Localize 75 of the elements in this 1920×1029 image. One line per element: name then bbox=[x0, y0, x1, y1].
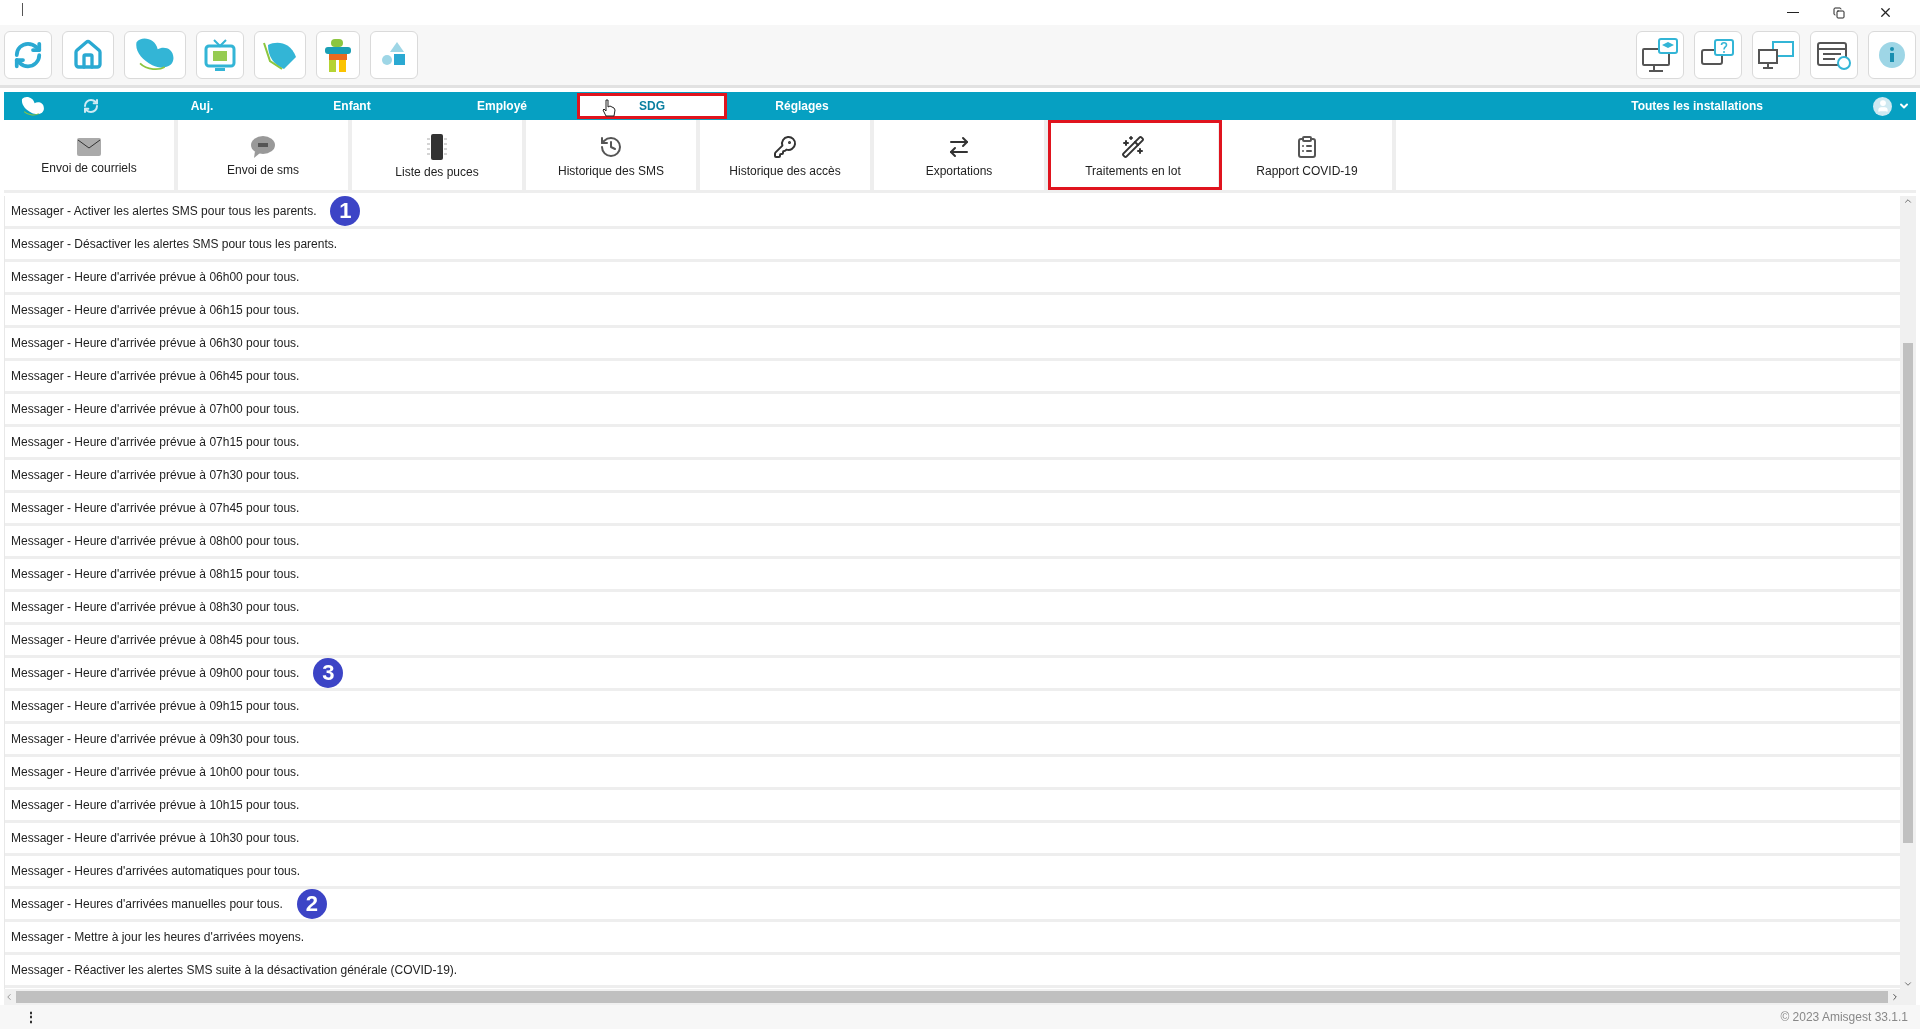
list-item[interactable]: Messager - Heure d'arrivée prévue à 08h45 pour tous. bbox=[5, 633, 300, 647]
shapes-button[interactable] bbox=[370, 31, 418, 79]
toolbar-tab[interactable]: Traitements en lot bbox=[1048, 120, 1222, 190]
number-badge: 2 bbox=[296, 889, 327, 919]
home-icon bbox=[72, 39, 104, 71]
shapes-icon bbox=[382, 42, 406, 68]
refresh-icon bbox=[13, 40, 43, 70]
training-monitor-button[interactable] bbox=[1636, 31, 1684, 79]
avatar-icon bbox=[1873, 96, 1892, 116]
calendar-clock-button[interactable] bbox=[1810, 31, 1858, 79]
clipboard-icon bbox=[1295, 135, 1319, 159]
more-menu[interactable]: ⋮ bbox=[24, 1009, 38, 1025]
list-item[interactable]: Messager - Heure d'arrivée prévue à 07h00 pour tous. bbox=[5, 402, 300, 416]
magic-wand-icon bbox=[1121, 135, 1145, 159]
help-chat-button[interactable] bbox=[1694, 31, 1742, 79]
copyright-text: © 2023 Amisgest 33.1.1 bbox=[1780, 1010, 1908, 1024]
text-cursor bbox=[22, 3, 23, 16]
number-badge: 1 bbox=[330, 196, 361, 226]
pointer-hand-icon bbox=[602, 99, 616, 117]
remote-monitor-button[interactable] bbox=[1752, 31, 1800, 79]
scroll-up-icon[interactable] bbox=[1903, 196, 1913, 206]
number-badge: 3 bbox=[313, 658, 344, 688]
list-item[interactable]: Messager - Heure d'arrivée prévue à 08h30 pour tous. bbox=[5, 600, 300, 614]
list-item[interactable]: Messager - Heures d'arrivées manuelles pour tous. bbox=[5, 897, 283, 911]
key-icon bbox=[773, 135, 797, 159]
list-item[interactable]: Messager - Heure d'arrivée prévue à 09h15 pour tous. bbox=[5, 699, 300, 713]
list-item[interactable]: Messager - Heure d'arrivée prévue à 06h15 pour tous. bbox=[5, 303, 300, 317]
list-item[interactable]: Messager - Heure d'arrivée prévue à 06h00 pour tous. bbox=[5, 270, 300, 284]
list-item[interactable]: Messager - Heure d'arrivée prévue à 07h45 pour tous. bbox=[5, 501, 300, 515]
info-button[interactable] bbox=[1868, 31, 1916, 79]
list-item[interactable]: Messager - Heure d'arrivée prévue à 06h45 pour tous. bbox=[5, 369, 300, 383]
list-item[interactable]: Messager - Heure d'arrivée prévue à 08h15 pour tous. bbox=[5, 567, 300, 581]
list-item[interactable]: Messager - Heure d'arrivée prévue à 07h30 pour tous. bbox=[5, 468, 300, 482]
refresh-button[interactable] bbox=[4, 31, 52, 79]
sms-bubble-icon bbox=[251, 136, 275, 158]
list-item[interactable]: Messager - Heure d'arrivée prévue à 07h15 pour tous. bbox=[5, 435, 300, 449]
butterfly-app-button[interactable] bbox=[124, 31, 186, 79]
scroll-right-icon[interactable] bbox=[1890, 992, 1900, 1002]
leaf-app-button[interactable] bbox=[254, 31, 306, 79]
list-item[interactable]: Messager - Heure d'arrivée prévue à 10h15 pour tous. bbox=[5, 798, 300, 812]
figure-app-button[interactable] bbox=[316, 31, 360, 79]
list-item[interactable]: Messager - Heure d'arrivée prévue à 06h30 pour tous. bbox=[5, 336, 300, 350]
minimize-icon bbox=[1787, 12, 1799, 13]
list-item[interactable]: Messager - Heure d'arrivée prévue à 09h00 pour tous. bbox=[5, 666, 300, 680]
scroll-left-icon[interactable] bbox=[4, 992, 14, 1002]
list-item[interactable]: Messager - Heure d'arrivée prévue à 10h30 pour tous. bbox=[5, 831, 300, 845]
horizontal-scrollbar[interactable] bbox=[4, 989, 1916, 1005]
history-icon bbox=[599, 135, 623, 159]
list-item[interactable]: Messager - Heures d'arrivées automatiques pour tous. bbox=[5, 864, 301, 878]
refresh-icon[interactable] bbox=[83, 98, 99, 114]
tv-icon bbox=[204, 38, 236, 72]
list-item[interactable]: Messager - Heure d'arrivée prévue à 10h00 pour tous. bbox=[5, 765, 300, 779]
envelope-icon bbox=[77, 138, 101, 156]
scroll-down-icon[interactable] bbox=[1903, 979, 1913, 989]
scrollbar-thumb[interactable] bbox=[16, 991, 1888, 1003]
butterfly-logo-icon bbox=[20, 95, 46, 117]
user-menu[interactable] bbox=[1873, 96, 1910, 116]
tv-button[interactable] bbox=[196, 31, 244, 79]
figure-logo-icon bbox=[323, 37, 353, 73]
arrows-icon bbox=[947, 135, 971, 159]
home-button[interactable] bbox=[62, 31, 114, 79]
list-item[interactable]: Messager - Mettre à jour les heures d'arrivées moyens. bbox=[5, 930, 305, 944]
list-item[interactable]: Messager - Désactiver les alertes SMS pour tous les parents. bbox=[5, 237, 338, 251]
calendar-clock-icon bbox=[1816, 39, 1852, 71]
list-item[interactable]: Messager - Activer les alertes SMS pour tous les parents. bbox=[5, 204, 317, 218]
list-item[interactable]: Messager - Réactiver les alertes SMS suite à la désactivation générale (COVID-19). bbox=[5, 963, 458, 977]
list-item[interactable]: Messager - Heure d'arrivée prévue à 08h00 pour tous. bbox=[5, 534, 300, 548]
vertical-scrollbar[interactable] bbox=[1900, 196, 1916, 989]
list-item[interactable]: Messager - Heure d'arrivée prévue à 09h30 pour tous. bbox=[5, 732, 300, 746]
chip-icon bbox=[427, 134, 447, 160]
two-monitors-icon bbox=[1757, 38, 1795, 72]
info-icon bbox=[1879, 42, 1905, 68]
nav-tab[interactable]: SDG bbox=[577, 93, 727, 119]
scrollbar-thumb[interactable] bbox=[1903, 342, 1913, 843]
restore-icon bbox=[1833, 6, 1845, 19]
